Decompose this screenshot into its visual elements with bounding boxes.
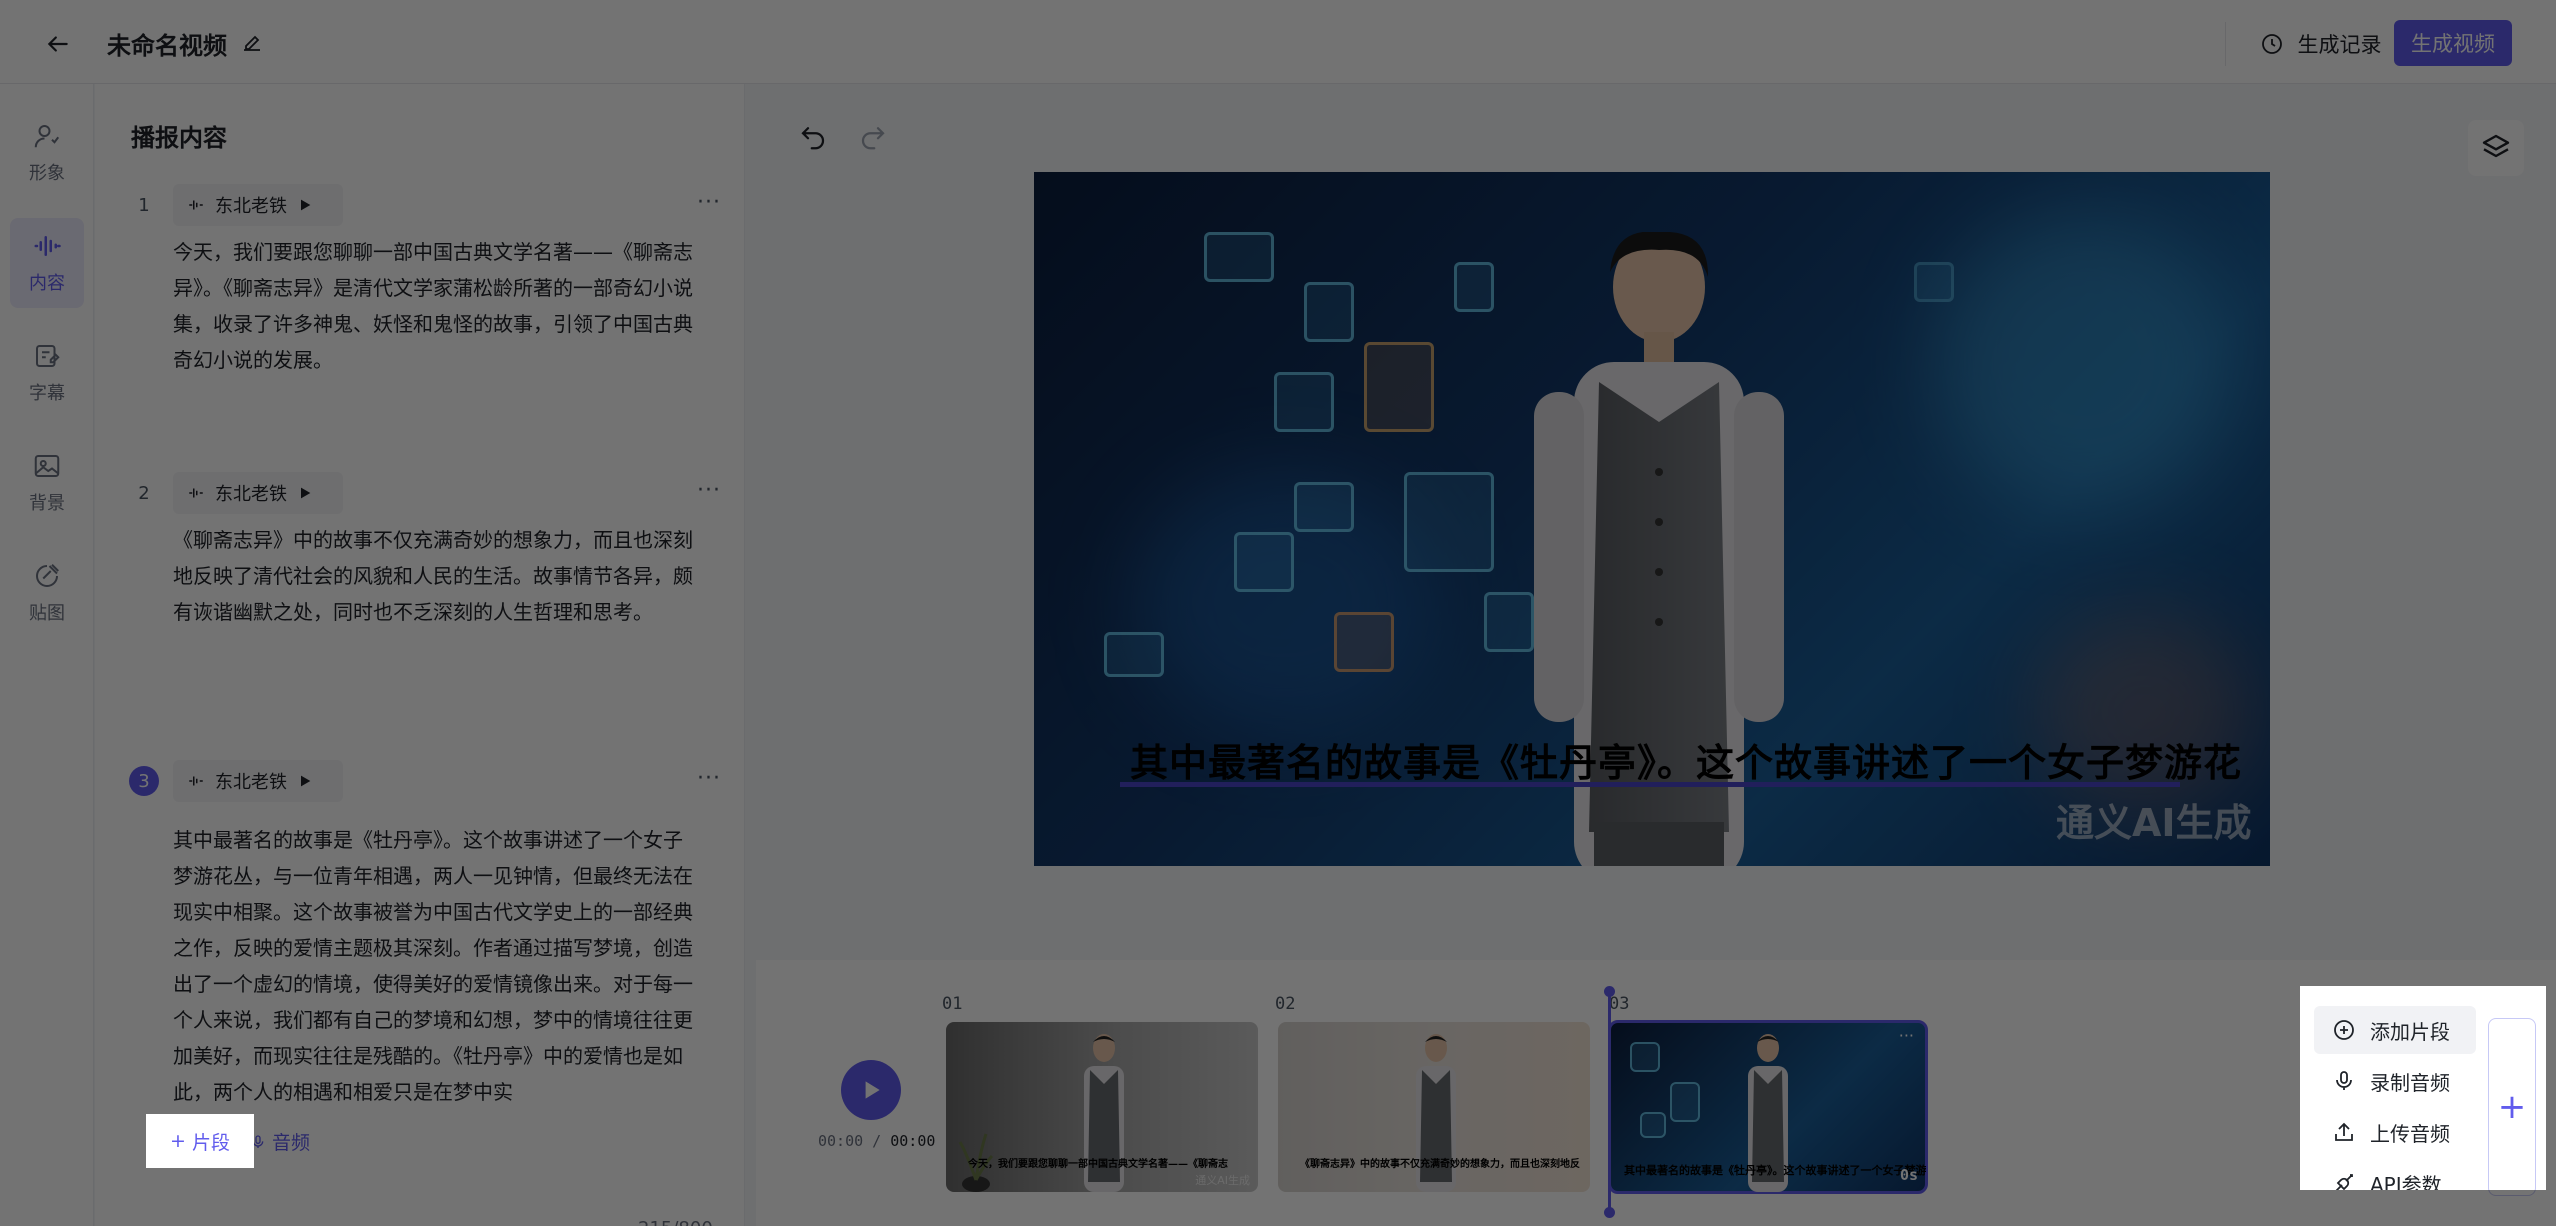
nav-content[interactable]: 内容 xyxy=(10,218,84,308)
avatar-icon xyxy=(34,125,60,148)
clip-duration: 0s xyxy=(1899,1166,1918,1184)
time-readout: 00:00 / 00:00 xyxy=(818,1132,936,1150)
nav-sticker[interactable]: 贴图 xyxy=(10,548,84,638)
project-title[interactable]: 未命名视频 xyxy=(107,26,227,61)
add-menu: 添加片段 录制音频 上传音频 API参数 + xyxy=(2300,986,2546,1190)
clip-caption: 其中最著名的故事是《牡丹亭》。这个故事讲述了一个女子梦游 xyxy=(1624,1164,1926,1177)
clip-more-button[interactable]: ··· xyxy=(1899,1026,1914,1045)
add-audio-label: 音频 xyxy=(272,1132,311,1154)
segment-more-button[interactable]: ··· xyxy=(689,478,729,508)
content-panel: 播报内容 1 东北老铁 ··· 今天，我们要跟您聊聊一部中国古典文学名著——《聊… xyxy=(95,84,745,1226)
add-clip-button-highlighted[interactable]: + xyxy=(2488,1018,2536,1190)
back-button[interactable] xyxy=(38,24,78,64)
segment-number: 3 xyxy=(129,766,159,796)
timeline-clip-2[interactable]: 《聊斋志异》中的故事不仅充满奇妙的想象力，而且也深刻地反 xyxy=(1278,1022,1590,1192)
menu-label: 录制音频 xyxy=(2370,1070,2450,1095)
microphone-icon xyxy=(2336,1071,2352,1090)
arrow-left-icon xyxy=(47,36,68,52)
segment-text[interactable]: 今天，我们要跟您聊聊一部中国古典文学名著——《聊斋志异》。《聊斋志异》是清代文学… xyxy=(173,234,698,378)
menu-label: 上传音频 xyxy=(2370,1121,2450,1146)
side-nav: 形象 内容 字幕 背景 贴图 xyxy=(0,84,94,1226)
segment-more-button[interactable]: ··· xyxy=(689,190,729,220)
clip-number: 02 xyxy=(1275,994,1296,1014)
nav-avatar-label: 形象 xyxy=(29,163,65,184)
char-counter: 215/800 xyxy=(638,1218,713,1226)
waveform-icon xyxy=(34,236,61,256)
menu-label: API参数 xyxy=(2370,1172,2442,1191)
history-label: 生成记录 xyxy=(2297,33,2382,57)
nav-sticker-label: 贴图 xyxy=(29,603,65,624)
pencil-icon xyxy=(244,35,260,51)
undo-button[interactable] xyxy=(798,122,828,156)
total-time: 00:00 xyxy=(890,1132,936,1150)
image-icon xyxy=(34,455,60,477)
menu-record-audio[interactable]: 录制音频 xyxy=(2314,1057,2476,1105)
sticker-icon xyxy=(36,564,59,587)
segment-number: 1 xyxy=(138,194,150,216)
nav-background-label: 背景 xyxy=(29,493,65,514)
redo-icon xyxy=(861,127,885,150)
clock-icon xyxy=(2261,34,2282,54)
nav-content-label: 内容 xyxy=(29,273,65,294)
subtitle-underline xyxy=(1120,782,2180,787)
ai-watermark: 通义AI生成 xyxy=(2056,801,2252,845)
segment-2[interactable]: 2 东北老铁 ··· 《聊斋志异》中的故事不仅充满奇妙的想象力，而且也深刻地反映… xyxy=(129,472,729,742)
edit-title-button[interactable] xyxy=(240,30,264,54)
clip-caption: 今天，我们要跟您聊聊一部中国古典文学名著——《聊斋志 xyxy=(968,1159,1228,1170)
segment-1[interactable]: 1 东北老铁 ··· 今天，我们要跟您聊聊一部中国古典文学名著——《聊斋志异》。… xyxy=(129,184,729,454)
nav-subtitle[interactable]: 字幕 xyxy=(10,328,84,418)
voice-wave-icon xyxy=(189,776,203,786)
add-audio-button[interactable]: 音频 xyxy=(250,1128,310,1155)
top-bar: 未命名视频 生成记录 生成视频 xyxy=(0,0,2556,84)
panel-title: 播报内容 xyxy=(131,124,227,152)
api-icon xyxy=(2335,1174,2353,1190)
layers-icon xyxy=(2482,134,2510,158)
play-small-icon[interactable] xyxy=(297,773,313,789)
clip-caption: 《聊斋志异》中的故事不仅充满奇妙的想象力，而且也深刻地反 xyxy=(1300,1159,1580,1170)
current-time: 00:00 xyxy=(818,1132,864,1150)
voice-name: 东北老铁 xyxy=(215,484,287,505)
play-icon xyxy=(865,1081,880,1099)
clip-watermark: 通义AI生成 xyxy=(1195,1174,1250,1187)
voice-selector[interactable]: 东北老铁 xyxy=(173,472,343,514)
nav-subtitle-label: 字幕 xyxy=(29,383,65,404)
menu-upload-audio[interactable]: 上传音频 xyxy=(2314,1108,2476,1156)
timeline-clip-1[interactable]: 今天，我们要跟您聊聊一部中国古典文学名著——《聊斋志 通义AI生成 xyxy=(946,1022,1258,1192)
add-segment-button[interactable]: + 片段 xyxy=(146,1114,254,1168)
clip-number: 01 xyxy=(942,994,963,1014)
play-small-icon[interactable] xyxy=(297,197,313,213)
undo-icon xyxy=(801,127,825,150)
nav-avatar[interactable]: 形象 xyxy=(10,108,84,198)
history-button[interactable]: 生成记录 xyxy=(2225,22,2415,66)
timeline-clip-3[interactable]: ··· 其中最著名的故事是《牡丹亭》。这个故事讲述了一个女子梦游 0s xyxy=(1608,1020,1928,1194)
segment-more-button[interactable]: ··· xyxy=(689,766,729,796)
upload-icon xyxy=(2335,1122,2353,1141)
video-preview-canvas[interactable]: 其中最著名的故事是《牡丹亭》。这个故事讲述了一个女子梦游花 通义AI生成 xyxy=(1034,172,2270,866)
plus-circle-icon xyxy=(2334,1020,2354,1040)
segment-text[interactable]: 其中最著名的故事是《牡丹亭》。这个故事讲述了一个女子梦游花丛，与一位青年相遇，两… xyxy=(173,822,698,1110)
play-button[interactable] xyxy=(841,1060,901,1120)
playhead[interactable] xyxy=(1604,986,1615,1218)
add-segment-label: 片段 xyxy=(191,1131,230,1154)
plus-icon: + xyxy=(170,1130,186,1152)
menu-api-params[interactable]: API参数 xyxy=(2314,1159,2476,1190)
menu-add-segment[interactable]: 添加片段 xyxy=(2314,1006,2476,1054)
voice-name: 东北老铁 xyxy=(215,196,287,217)
clip-number: 03 xyxy=(1609,994,1630,1014)
generate-video-button[interactable]: 生成视频 xyxy=(2394,20,2512,66)
menu-label: 添加片段 xyxy=(2370,1019,2450,1044)
segment-number: 2 xyxy=(138,482,150,504)
voice-wave-icon xyxy=(189,488,203,498)
layers-button[interactable] xyxy=(2468,120,2524,176)
play-small-icon[interactable] xyxy=(297,485,313,501)
voice-selector[interactable]: 东北老铁 xyxy=(173,184,343,226)
voice-wave-icon xyxy=(189,200,203,210)
subtitle-icon xyxy=(36,345,60,367)
video-subtitle[interactable]: 其中最著名的故事是《牡丹亭》。这个故事讲述了一个女子梦游花 xyxy=(1130,732,2242,787)
voice-name: 东北老铁 xyxy=(215,772,287,793)
voice-selector[interactable]: 东北老铁 xyxy=(173,760,343,802)
redo-button[interactable] xyxy=(858,122,888,156)
nav-background[interactable]: 背景 xyxy=(10,438,84,528)
segment-text[interactable]: 《聊斋志异》中的故事不仅充满奇妙的想象力，而且也深刻地反映了清代社会的风貌和人民… xyxy=(173,522,698,630)
